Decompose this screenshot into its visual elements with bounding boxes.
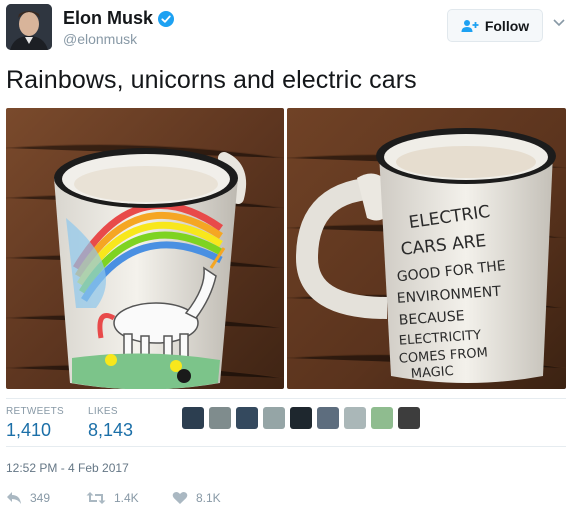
tweet-actions: 349 1.4K 8.1K	[6, 491, 306, 509]
liker-avatar[interactable]	[317, 407, 339, 429]
name-row: Elon Musk	[63, 8, 175, 29]
avatar[interactable]	[6, 4, 52, 50]
follow-label: Follow	[484, 17, 530, 34]
chevron-down-icon[interactable]	[553, 18, 565, 28]
liker-avatars	[182, 407, 425, 429]
liker-avatar[interactable]	[182, 407, 204, 429]
retweets-label: RETWEETS	[6, 406, 64, 417]
likes-count[interactable]: 8,143	[88, 420, 133, 441]
liker-avatar[interactable]	[371, 407, 393, 429]
verified-badge-icon	[158, 10, 175, 27]
like-count: 8.1K	[196, 491, 221, 505]
liker-avatar[interactable]	[344, 407, 366, 429]
photo-mug-front[interactable]	[6, 108, 284, 389]
display-name[interactable]: Elon Musk	[63, 8, 153, 29]
retweet-button[interactable]: 1.4K	[86, 491, 139, 505]
retweet-count: 1.4K	[114, 491, 139, 505]
likes-label: LIKES	[88, 406, 118, 417]
follow-person-plus-icon	[461, 19, 479, 32]
reply-count: 349	[30, 491, 51, 505]
photo-grid: ELECTRIC CARS ARE GOOD FOR THE ENVIRONME…	[6, 108, 566, 389]
liker-avatar[interactable]	[290, 407, 312, 429]
user-handle[interactable]: @elonmusk	[63, 31, 137, 47]
follow-button[interactable]: Follow	[447, 9, 543, 42]
retweets-count[interactable]: 1,410	[6, 420, 51, 441]
like-button[interactable]: 8.1K	[172, 491, 221, 505]
reply-icon	[7, 492, 21, 504]
liker-avatar[interactable]	[398, 407, 420, 429]
tweet-timestamp[interactable]: 12:52 PM - 4 Feb 2017	[6, 461, 129, 475]
retweet-icon	[86, 492, 106, 504]
tweet-text: Rainbows, unicorns and electric cars	[6, 66, 417, 94]
heart-icon	[172, 491, 188, 504]
tweet-header: Elon Musk @elonmusk Follow	[0, 0, 574, 60]
reply-button[interactable]: 349	[6, 491, 50, 505]
engagement-stats: RETWEETS 1,410 LIKES 8,143	[6, 398, 566, 447]
liker-avatar[interactable]	[236, 407, 258, 429]
mug-line-8: MAGIC	[410, 364, 454, 382]
liker-avatar[interactable]	[263, 407, 285, 429]
photo-mug-back[interactable]: ELECTRIC CARS ARE GOOD FOR THE ENVIRONME…	[287, 108, 566, 389]
liker-avatar[interactable]	[209, 407, 231, 429]
